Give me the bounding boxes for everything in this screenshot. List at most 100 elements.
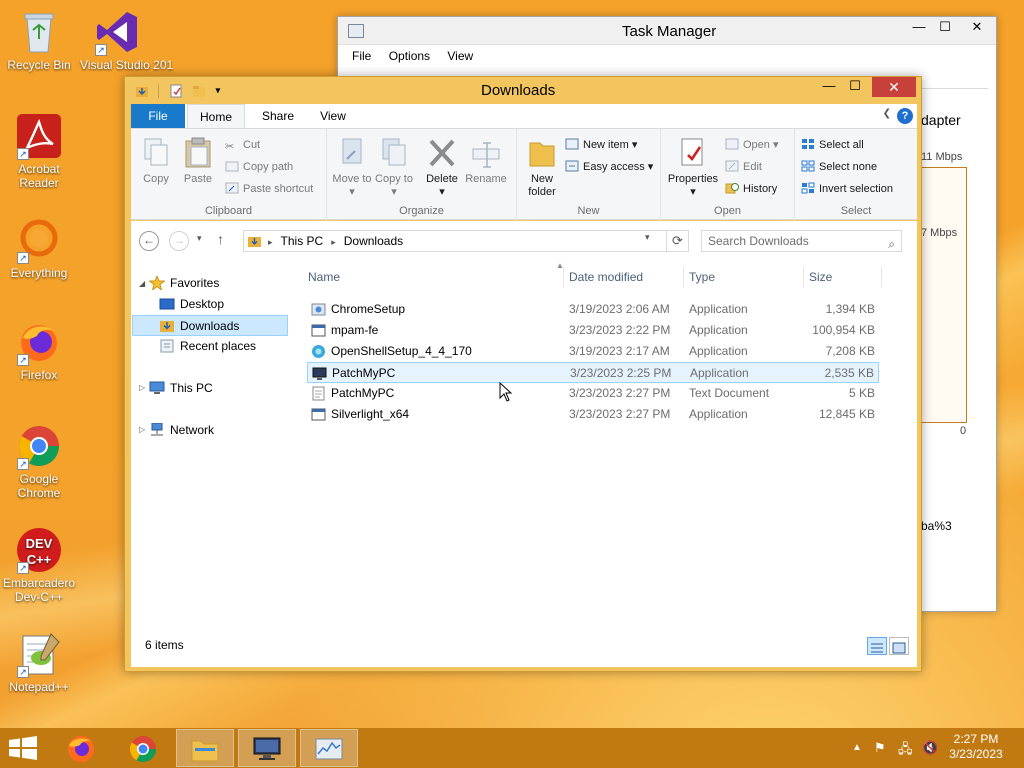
desktop-icon-visual-studio[interactable]: ↗ Visual Studio 201 [80,8,173,72]
tab-file[interactable]: File [131,104,185,128]
close-button[interactable]: ✕ [872,77,916,97]
taskbar: ▲ ⚑ 🖧 🔇 2:27 PM 3/23/2023 [0,728,1024,768]
action-center-flag-icon[interactable]: ⚑ [874,740,886,756]
open-button[interactable]: Open ▾ [725,135,779,155]
taskbar-firefox[interactable] [52,729,110,767]
paste-button[interactable]: Paste [177,137,219,186]
column-header-type[interactable]: Type [689,267,715,287]
desktop-icon-notepad-pp[interactable]: ↗ Notepad++ [2,630,76,694]
desktop-icon-recycle-bin[interactable]: Recycle Bin [2,8,76,72]
tm-close-button[interactable]: ✕ [962,17,992,39]
new-item-button[interactable]: New item ▾ [565,135,637,155]
explorer-window[interactable]: ▾ Downloads — ☐ ✕ File Home Share View ❮… [124,76,922,672]
copy-path-button[interactable]: Copy path [225,157,293,177]
column-header-size[interactable]: Size [809,267,832,287]
show-hidden-icons-icon[interactable]: ▲ [852,742,862,753]
tab-view[interactable]: View [307,104,359,128]
column-separator[interactable] [803,267,804,287]
tm-menu-view[interactable]: View [447,49,473,63]
file-row-patchmypc-txt[interactable]: PatchMyPC 3/23/2023 2:27 PM Text Documen… [307,383,879,404]
tab-home[interactable]: Home [187,104,245,128]
network-tray-icon[interactable]: 🖧 [898,740,913,762]
column-separator[interactable] [683,267,684,287]
desktop-icon-dev-cpp[interactable]: DEV C++ ↗ Embarcadero Dev-C++ [2,526,76,604]
address-bar[interactable]: ▸ This PC ▸ Downloads [243,230,667,252]
tab-share[interactable]: Share [251,104,305,128]
file-row-silverlight[interactable]: Silverlight_x64 3/23/2023 2:27 PM Applic… [307,404,879,425]
copy-to-button[interactable]: Copy to ▾ [373,137,415,199]
new-folder-icon[interactable] [192,84,206,98]
details-view-button[interactable] [867,637,887,655]
column-header-name[interactable]: Name [308,267,340,287]
tm-menu-file[interactable]: File [352,49,371,63]
volume-muted-icon[interactable]: 🔇 [922,740,938,756]
desktop-icon-label: Notepad++ [9,680,69,694]
recent-locations-dropdown-icon[interactable]: ▾ [197,233,202,244]
expanded-chevron-icon[interactable]: ◢ [139,279,145,288]
up-button[interactable]: ↑ [217,231,224,247]
nav-network[interactable]: Network [149,420,214,441]
breadcrumb-this-pc[interactable]: This PC [281,234,324,248]
throughput-zero-label: 0 [960,425,967,437]
breadcrumb-downloads[interactable]: Downloads [344,234,403,248]
large-icons-view-button[interactable] [889,637,909,655]
properties-button[interactable]: Properties ▾ [665,137,721,199]
file-row-chromesetup[interactable]: ChromeSetup 3/19/2023 2:06 AM Applicatio… [307,299,879,320]
desktop-icon-google-chrome[interactable]: ↗ Google Chrome [2,422,76,500]
column-header-date[interactable]: Date modified [569,267,643,287]
nav-desktop[interactable]: Desktop [159,294,224,315]
file-row-patchmypc-app[interactable]: PatchMyPC 3/23/2023 2:25 PM Application … [307,362,879,383]
history-button[interactable]: History [725,179,777,199]
desktop-icon-acrobat-reader[interactable]: ↗ Acrobat Reader [2,112,76,190]
desktop-icon-everything[interactable]: ↗ Everything [2,216,76,280]
select-all-button[interactable]: Select all [801,135,864,155]
start-button[interactable] [8,736,38,760]
explorer-titlebar[interactable]: ▾ Downloads — ☐ ✕ [125,77,921,103]
collapsed-chevron-icon[interactable]: ▷ [139,383,145,392]
tm-maximize-button[interactable]: ☐ [930,17,960,39]
forward-button[interactable]: → [169,231,189,251]
search-box[interactable]: Search Downloads ⌕ [701,230,902,252]
move-to-button[interactable]: Move to ▾ [331,137,373,199]
properties-icon[interactable] [169,84,183,98]
taskbar-chrome[interactable] [114,729,172,767]
back-button[interactable]: ← [139,231,159,251]
taskbar-file-explorer[interactable] [176,729,234,767]
explorer-title: Downloads [481,82,556,99]
file-row-openshellsetup[interactable]: OpenShellSetup_4_4_170 3/19/2023 2:17 AM… [307,341,879,362]
invert-selection-button[interactable]: Invert selection [801,179,893,199]
taskbar-task-manager[interactable] [300,729,358,767]
copy-button[interactable]: Copy [135,137,177,186]
nav-downloads[interactable]: Downloads [132,315,288,336]
edit-button[interactable]: Edit [725,157,762,177]
invert-selection-icon [801,181,815,194]
select-none-button[interactable]: Select none [801,157,877,177]
paste-shortcut-button[interactable]: Paste shortcut [225,179,313,199]
taskbar-clock[interactable]: 2:27 PM 3/23/2023 [944,732,1008,762]
file-row-mpam-fe[interactable]: mpam-fe 3/23/2023 2:22 PM Application 10… [307,320,879,341]
new-folder-button[interactable]: New folder [521,137,563,199]
select-all-icon [801,137,815,149]
cut-button[interactable]: ✂ Cut [225,135,260,155]
folder-down-icon[interactable] [135,84,149,98]
column-separator[interactable] [881,267,882,287]
maximize-button[interactable]: ☐ [841,77,869,97]
address-dropdown-icon[interactable]: ▾ [645,232,650,243]
rename-button[interactable]: Rename [465,137,507,186]
collapsed-chevron-icon[interactable]: ▷ [139,425,145,434]
taskbar-remote-desktop[interactable] [238,729,296,767]
task-manager-titlebar[interactable]: Task Manager — ☐ ✕ [338,17,996,45]
desktop-icon-firefox[interactable]: ↗ Firefox [2,318,76,382]
collapse-ribbon-icon[interactable]: ❮ [883,108,891,119]
nav-favorites[interactable]: Favorites [148,273,219,294]
nav-this-pc[interactable]: This PC [149,378,213,399]
help-icon[interactable]: ? [897,108,913,124]
easy-access-button[interactable]: Easy access ▾ [565,157,653,177]
delete-button[interactable]: Delete ▾ [421,137,463,199]
column-separator[interactable] [563,267,564,287]
minimize-button[interactable]: — [815,77,843,97]
nav-recent-places[interactable]: Recent places [159,336,256,357]
refresh-button[interactable]: ⟳ [667,230,689,252]
tm-menu-options[interactable]: Options [389,49,430,63]
qat-dropdown-icon[interactable]: ▾ [215,85,220,96]
